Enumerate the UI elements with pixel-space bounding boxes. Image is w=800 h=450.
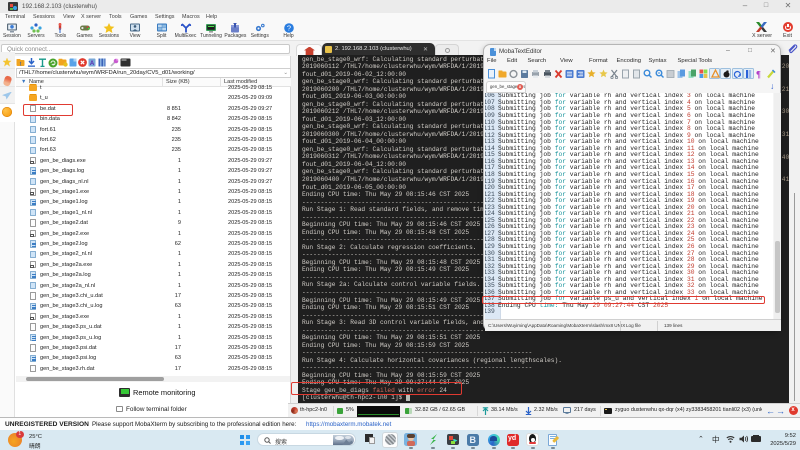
svg-text:¶: ¶	[756, 69, 761, 79]
svg-text:?: ?	[286, 24, 290, 33]
svg-text:A: A	[90, 61, 95, 67]
